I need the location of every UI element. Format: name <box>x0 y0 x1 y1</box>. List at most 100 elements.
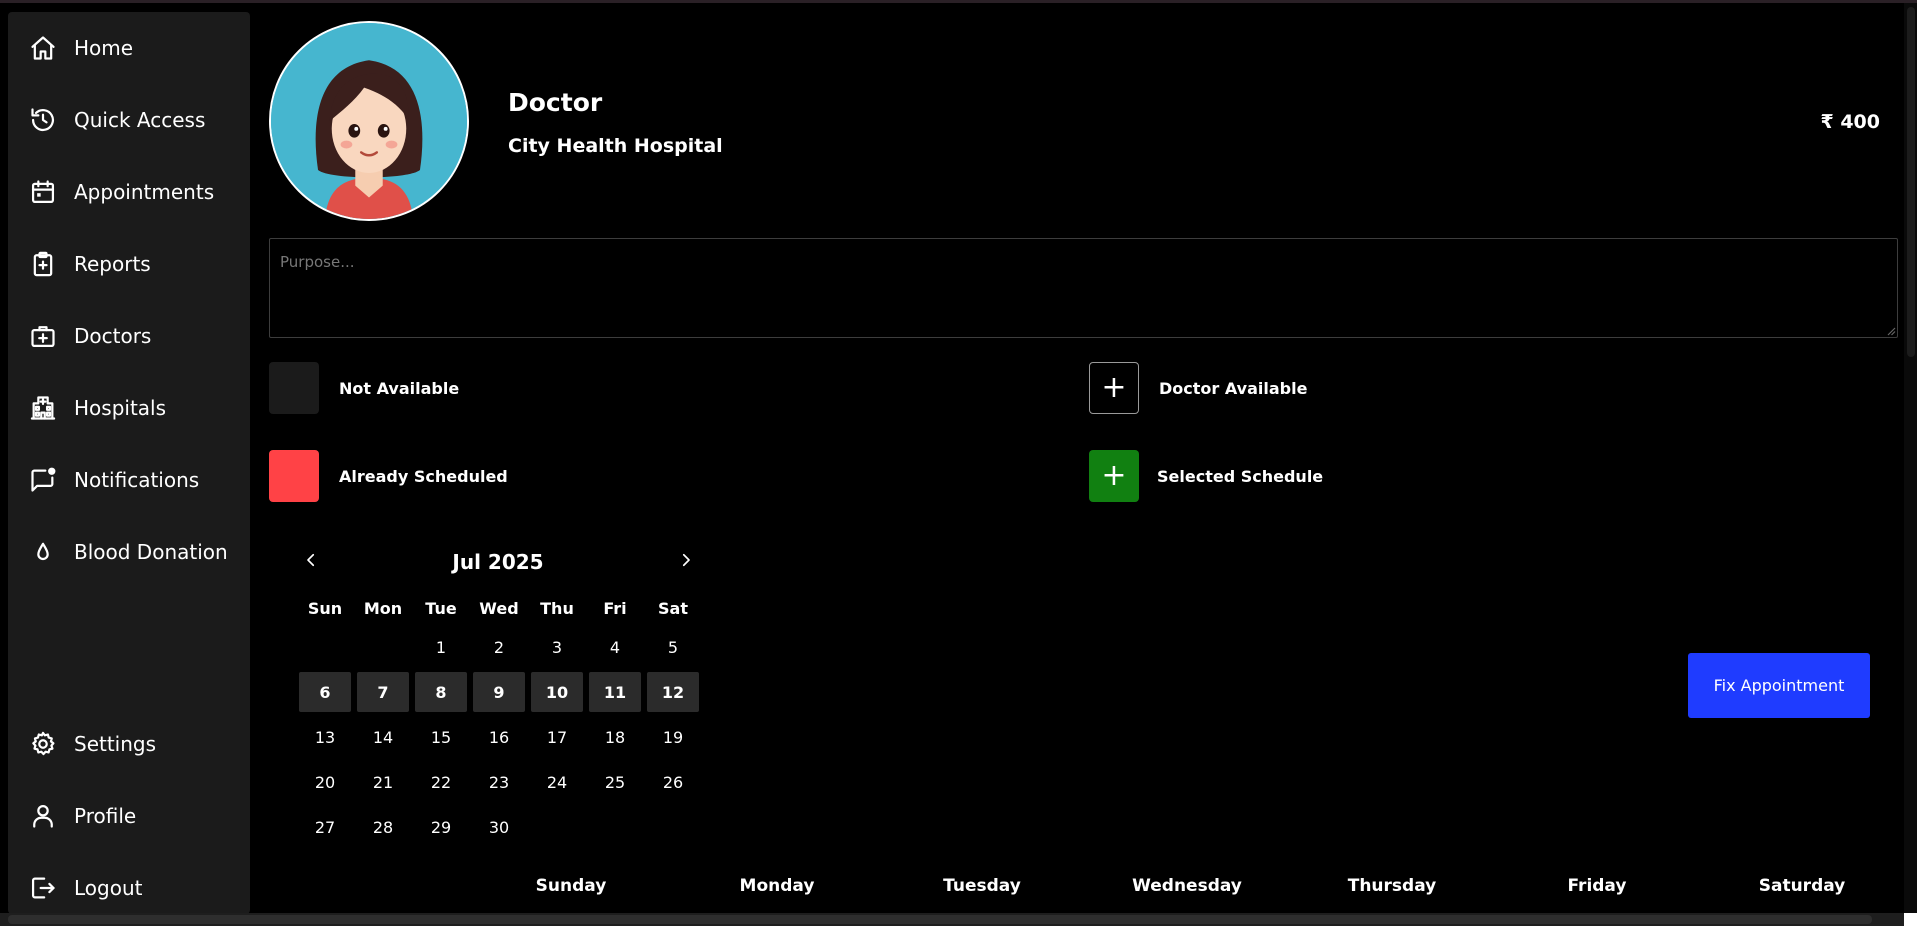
consultation-fee: ₹ 400 <box>1820 111 1881 133</box>
plus-icon: + <box>1089 362 1139 414</box>
previous-month-button[interactable] <box>299 548 323 572</box>
sidebar-item-profile[interactable]: Profile <box>28 796 136 836</box>
plus-icon: + <box>1089 450 1139 502</box>
calendar-day[interactable]: 18 <box>589 717 641 757</box>
window-top-border <box>0 0 1917 3</box>
calendar-day-selected-week[interactable]: 11 <box>589 672 641 712</box>
sidebar-item-home[interactable]: Home <box>28 28 133 68</box>
sidebar-item-label: Reports <box>74 252 151 276</box>
calendar-day[interactable]: 19 <box>647 717 699 757</box>
sidebar-item-doctors[interactable]: Doctors <box>28 316 151 356</box>
sidebar-item-notifications[interactable]: Notifications <box>28 460 199 500</box>
calendar-day[interactable]: 15 <box>415 717 467 757</box>
hospital-building-icon <box>28 393 58 423</box>
weekday-header: Sat <box>658 599 688 618</box>
sidebar-item-quick-access[interactable]: Quick Access <box>28 100 205 140</box>
calendar-day-selected-week[interactable]: 6 <box>299 672 351 712</box>
calendar-day[interactable]: 29 <box>415 807 467 847</box>
sidebar: Home Quick Access Appointments Reports D… <box>8 12 250 914</box>
legend-already-scheduled: Already Scheduled <box>269 450 508 502</box>
scrollbar-thumb[interactable] <box>8 915 1872 924</box>
week-day-header: Friday <box>1567 876 1627 896</box>
calendar-day-selected-week[interactable]: 9 <box>473 672 525 712</box>
calendar-day[interactable]: 1 <box>415 627 467 667</box>
medical-bag-icon <box>28 321 58 351</box>
message-notification-icon <box>28 465 58 495</box>
doctor-avatar <box>269 21 469 221</box>
sidebar-item-settings[interactable]: Settings <box>28 724 156 764</box>
doctor-title: Doctor <box>508 88 603 117</box>
weekday-header: Thu <box>540 599 574 618</box>
calendar-day[interactable]: 23 <box>473 762 525 802</box>
sidebar-item-reports[interactable]: Reports <box>28 244 151 284</box>
calendar-icon <box>28 177 58 207</box>
calendar-day[interactable]: 3 <box>531 627 583 667</box>
sidebar-item-label: Home <box>74 36 134 60</box>
calendar-day[interactable]: 13 <box>299 717 351 757</box>
week-day-header: Monday <box>739 876 815 896</box>
calendar-month-label: Jul 2025 <box>452 550 544 574</box>
legend-label: Already Scheduled <box>339 466 508 486</box>
weekday-header: Sun <box>307 599 343 618</box>
sidebar-item-label: Settings <box>74 732 157 756</box>
chevron-right-icon <box>682 553 690 567</box>
calendar-day[interactable]: 25 <box>589 762 641 802</box>
history-icon <box>28 105 58 135</box>
next-month-button[interactable] <box>674 548 698 572</box>
calendar-day-selected-week[interactable]: 10 <box>531 672 583 712</box>
calendar-day[interactable]: 27 <box>299 807 351 847</box>
vertical-scrollbar[interactable] <box>1904 3 1917 913</box>
weekday-header: Wed <box>479 599 519 618</box>
calendar-day[interactable]: 16 <box>473 717 525 757</box>
legend-label: Doctor Available <box>1159 378 1308 398</box>
chevron-left-icon <box>307 553 315 567</box>
hospital-name: City Health Hospital <box>508 135 723 157</box>
legend-label: Selected Schedule <box>1157 466 1324 486</box>
logout-icon <box>28 873 58 903</box>
sidebar-item-blood-donation[interactable]: Blood Donation <box>28 532 228 572</box>
calendar-day-selected-week[interactable]: 8 <box>415 672 467 712</box>
calendar-day-selected-week[interactable]: 7 <box>357 672 409 712</box>
already-scheduled-swatch <box>269 450 319 502</box>
user-icon <box>28 801 58 831</box>
week-day-header: Saturday <box>1758 876 1846 896</box>
legend-selected-schedule: + Selected Schedule <box>1089 450 1323 502</box>
calendar-day[interactable]: 24 <box>531 762 583 802</box>
not-available-swatch <box>269 362 319 414</box>
horizontal-scrollbar[interactable] <box>0 913 1904 926</box>
legend-label: Not Available <box>339 378 460 398</box>
blood-drop-icon <box>28 537 58 567</box>
purpose-input[interactable] <box>269 238 1898 338</box>
sidebar-item-label: Appointments <box>74 180 215 204</box>
calendar-day[interactable]: 4 <box>589 627 641 667</box>
calendar-day[interactable]: 30 <box>473 807 525 847</box>
legend-doctor-available: + Doctor Available <box>1089 362 1307 414</box>
sidebar-item-logout[interactable]: Logout <box>28 868 142 908</box>
calendar-day[interactable]: 26 <box>647 762 699 802</box>
sidebar-item-hospitals[interactable]: Hospitals <box>28 388 166 428</box>
calendar-day[interactable]: 17 <box>531 717 583 757</box>
week-day-header: Tuesday <box>943 876 1021 896</box>
calendar-day[interactable]: 22 <box>415 762 467 802</box>
clipboard-plus-icon <box>28 249 58 279</box>
scrollbar-thumb[interactable] <box>1907 7 1915 357</box>
calendar-day[interactable]: 2 <box>473 627 525 667</box>
weekday-header: Mon <box>363 599 403 618</box>
week-day-header: Thursday <box>1347 876 1437 896</box>
calendar-day[interactable]: 5 <box>647 627 699 667</box>
sidebar-item-label: Notifications <box>74 468 200 492</box>
calendar-day[interactable]: 20 <box>299 762 351 802</box>
calendar-day-selected-week[interactable]: 12 <box>647 672 699 712</box>
calendar-day[interactable]: 14 <box>357 717 409 757</box>
sidebar-item-label: Hospitals <box>74 396 167 420</box>
sidebar-item-appointments[interactable]: Appointments <box>28 172 214 212</box>
sidebar-item-label: Blood Donation <box>74 540 228 564</box>
calendar-day[interactable]: 21 <box>357 762 409 802</box>
sidebar-item-label: Doctors <box>74 324 152 348</box>
legend-not-available: Not Available <box>269 362 459 414</box>
sidebar-item-label: Logout <box>74 876 143 900</box>
fix-appointment-button[interactable]: Fix Appointment <box>1688 653 1870 718</box>
week-day-header: Wednesday <box>1132 876 1242 896</box>
resize-handle-icon[interactable] <box>1886 326 1896 336</box>
calendar-day[interactable]: 28 <box>357 807 409 847</box>
